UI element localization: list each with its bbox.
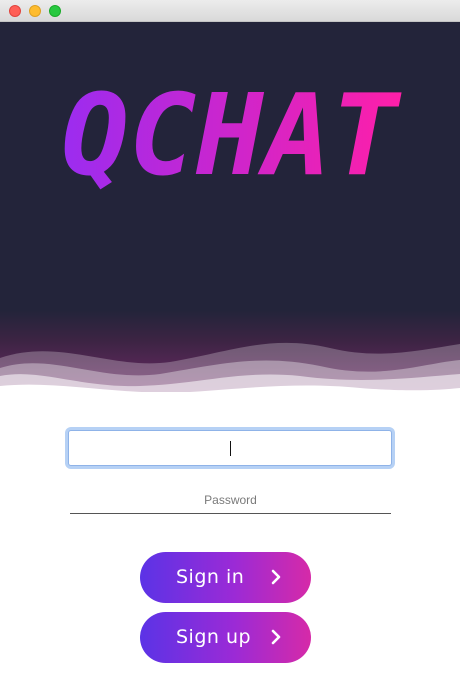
title-bar [0,0,460,22]
text-caret [230,441,231,456]
close-window-button[interactable] [9,5,21,17]
app-logo-text: QCHAT [61,71,402,201]
login-window: QCHAT Sign in Sign up [0,0,460,685]
password-field[interactable] [70,486,391,514]
zoom-window-button[interactable] [49,5,61,17]
chevron-right-icon [271,569,281,585]
chevron-right-icon [271,629,281,645]
login-form: Sign in Sign up [0,400,460,685]
sign-up-label: Sign up [176,626,252,648]
minimize-window-button[interactable] [29,5,41,17]
decorative-waves [0,342,460,400]
sign-in-label: Sign in [176,566,245,588]
sign-up-button[interactable]: Sign up [140,612,311,663]
app-logo: QCHAT [61,71,402,201]
sign-in-button[interactable]: Sign in [140,552,311,603]
